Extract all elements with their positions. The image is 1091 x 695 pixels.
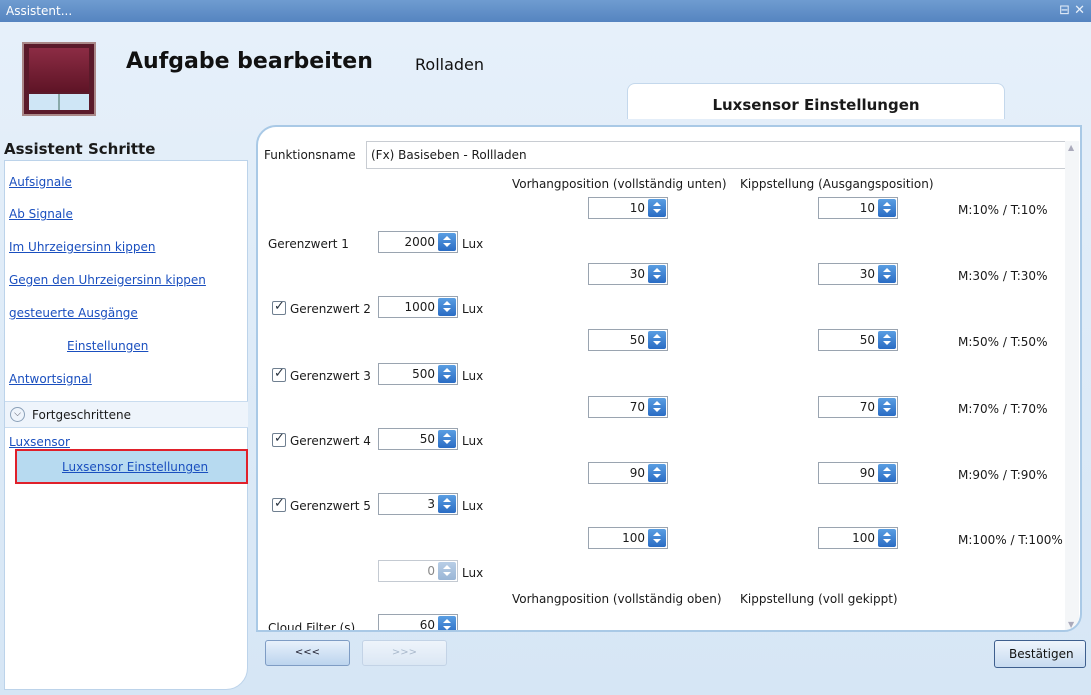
cloud-filter-stepper[interactable]: 60 xyxy=(378,614,458,630)
vertical-scrollbar[interactable]: ▲ ▼ xyxy=(1065,141,1079,630)
threshold-2-unit: Lux xyxy=(462,302,484,316)
next-button: >>> xyxy=(362,640,447,666)
spin-arrows-icon[interactable] xyxy=(648,331,666,349)
steps-title: Assistent Schritte xyxy=(4,140,156,158)
tilt-position-6-stepper[interactable]: 100 xyxy=(818,527,898,549)
step-ab-signale[interactable]: Ab Signale xyxy=(9,207,73,221)
step-gesteuerte-ausgaenge[interactable]: gesteuerte Ausgänge xyxy=(9,306,138,320)
page-title: Aufgabe bearbeiten xyxy=(126,49,373,74)
curtain-position-5-stepper[interactable]: 90 xyxy=(588,462,668,484)
spin-arrows-icon[interactable] xyxy=(878,199,896,217)
threshold-1-label: Gerenzwert 1 xyxy=(268,237,349,251)
step-gegen-uhrzeigersinn-kippen[interactable]: Gegen den Uhrzeigersinn kippen xyxy=(9,273,206,287)
spin-arrows-icon[interactable] xyxy=(648,199,666,217)
scroll-up-icon[interactable]: ▲ xyxy=(1068,143,1074,152)
cloud-filter-label: Cloud Filter (s) xyxy=(268,621,356,632)
curtain-position-2-stepper[interactable]: 30 xyxy=(588,263,668,285)
spin-arrows-icon[interactable] xyxy=(438,495,456,513)
spin-arrows-icon[interactable] xyxy=(438,430,456,448)
step-aufsignale[interactable]: Aufsignale xyxy=(9,175,72,189)
threshold-2-stepper[interactable]: 1000 xyxy=(378,296,458,318)
spin-arrows-icon[interactable] xyxy=(438,298,456,316)
advanced-label: Fortgeschrittene xyxy=(32,408,131,422)
spin-arrows-icon[interactable] xyxy=(878,331,896,349)
position-info-6: M:100% / T:100% xyxy=(958,533,1063,547)
position-info-4: M:70% / T:70% xyxy=(958,402,1048,416)
threshold-4-stepper[interactable]: 50 xyxy=(378,428,458,450)
threshold-5-unit: Lux xyxy=(462,499,484,513)
position-info-5: M:90% / T:90% xyxy=(958,468,1048,482)
spin-arrows-icon[interactable] xyxy=(648,398,666,416)
curtain-position-6-stepper[interactable]: 100 xyxy=(588,527,668,549)
threshold-6-unit: Lux xyxy=(462,566,484,580)
spin-arrows-icon[interactable] xyxy=(648,464,666,482)
spin-arrows-icon[interactable] xyxy=(648,265,666,283)
threshold-4-label: Gerenzwert 4 xyxy=(290,434,371,448)
threshold-3-stepper[interactable]: 500 xyxy=(378,363,458,385)
position-info-1: M:10% / T:10% xyxy=(958,203,1048,217)
page-subtitle: Rolladen xyxy=(415,55,485,74)
roller-shutter-logo-icon xyxy=(22,42,96,116)
col-curtain-up-label: Vorhangposition (vollständig oben) xyxy=(512,592,722,606)
scroll-down-icon[interactable]: ▼ xyxy=(1068,620,1074,629)
threshold-1-unit: Lux xyxy=(462,237,484,251)
spin-arrows-icon[interactable] xyxy=(438,616,456,630)
tilt-position-4-stepper[interactable]: 70 xyxy=(818,396,898,418)
curtain-position-4-stepper[interactable]: 70 xyxy=(588,396,668,418)
threshold-6-stepper: 0 xyxy=(378,560,458,582)
threshold-3-checkbox[interactable] xyxy=(272,366,286,382)
threshold-5-stepper[interactable]: 3 xyxy=(378,493,458,515)
spin-arrows-icon[interactable] xyxy=(648,529,666,547)
step-antwortsignal[interactable]: Antwortsignal xyxy=(9,372,92,386)
steps-panel: Aufsignale Ab Signale Im Uhrzeigersinn k… xyxy=(4,160,248,690)
col-curtain-down-label: Vorhangposition (vollständig unten) xyxy=(512,177,727,191)
spin-arrows-icon[interactable] xyxy=(438,233,456,251)
window-controls-icon[interactable]: ⊟ ✕ xyxy=(1059,3,1085,18)
back-button[interactable]: <<< xyxy=(265,640,350,666)
position-info-2: M:30% / T:30% xyxy=(958,269,1048,283)
selected-step-label: Luxsensor Einstellungen xyxy=(62,460,209,474)
window-title: Assistent... xyxy=(6,4,73,18)
confirm-button[interactable]: Bestätigen xyxy=(994,640,1086,668)
position-info-3: M:50% / T:50% xyxy=(958,335,1048,349)
window-titlebar: Assistent... ⊟ ✕ xyxy=(0,0,1091,22)
threshold-4-checkbox[interactable] xyxy=(272,431,286,447)
tilt-position-5-stepper[interactable]: 90 xyxy=(818,462,898,484)
spin-arrows-icon xyxy=(438,562,456,580)
threshold-4-unit: Lux xyxy=(462,434,484,448)
spin-arrows-icon[interactable] xyxy=(438,365,456,383)
threshold-3-label: Gerenzwert 3 xyxy=(290,369,371,383)
threshold-2-checkbox[interactable] xyxy=(272,299,286,315)
spin-arrows-icon[interactable] xyxy=(878,529,896,547)
step-luxsensor[interactable]: Luxsensor xyxy=(9,435,70,449)
wizard-window: Aufgabe bearbeiten Rolladen Luxsensor Ei… xyxy=(0,22,1091,695)
tilt-position-1-stepper[interactable]: 10 xyxy=(818,197,898,219)
threshold-5-checkbox[interactable] xyxy=(272,496,286,512)
function-name-value: (Fx) Basiseben - Rollladen xyxy=(371,148,527,162)
function-name-label: Funktionsname xyxy=(264,148,356,162)
tilt-position-2-stepper[interactable]: 30 xyxy=(818,263,898,285)
tab-luxsensor-einstellungen[interactable]: Luxsensor Einstellungen xyxy=(627,83,1005,119)
spin-arrows-icon[interactable] xyxy=(878,464,896,482)
chevron-down-icon: ⌵ xyxy=(10,407,25,422)
curtain-position-3-stepper[interactable]: 50 xyxy=(588,329,668,351)
col-tilt-full-label: Kippstellung (voll gekippt) xyxy=(740,592,898,606)
spin-arrows-icon[interactable] xyxy=(878,265,896,283)
tilt-position-3-stepper[interactable]: 50 xyxy=(818,329,898,351)
curtain-position-1-stepper[interactable]: 10 xyxy=(588,197,668,219)
col-tilt-start-label: Kippstellung (Ausgangsposition) xyxy=(740,177,934,191)
step-luxsensor-einstellungen-selected[interactable]: Luxsensor Einstellungen xyxy=(15,449,248,484)
threshold-5-label: Gerenzwert 5 xyxy=(290,499,371,513)
function-name-field[interactable]: (Fx) Basiseben - Rollladen xyxy=(366,141,1066,169)
threshold-2-label: Gerenzwert 2 xyxy=(290,302,371,316)
advanced-section-toggle[interactable]: ⌵ Fortgeschrittene xyxy=(5,401,248,428)
threshold-1-stepper[interactable]: 2000 xyxy=(378,231,458,253)
step-uhrzeigersinn-kippen[interactable]: Im Uhrzeigersinn kippen xyxy=(9,240,155,254)
step-einstellungen[interactable]: Einstellungen xyxy=(67,339,148,353)
settings-panel: Funktionsname (Fx) Basiseben - Rollladen… xyxy=(256,125,1082,632)
spin-arrows-icon[interactable] xyxy=(878,398,896,416)
threshold-3-unit: Lux xyxy=(462,369,484,383)
